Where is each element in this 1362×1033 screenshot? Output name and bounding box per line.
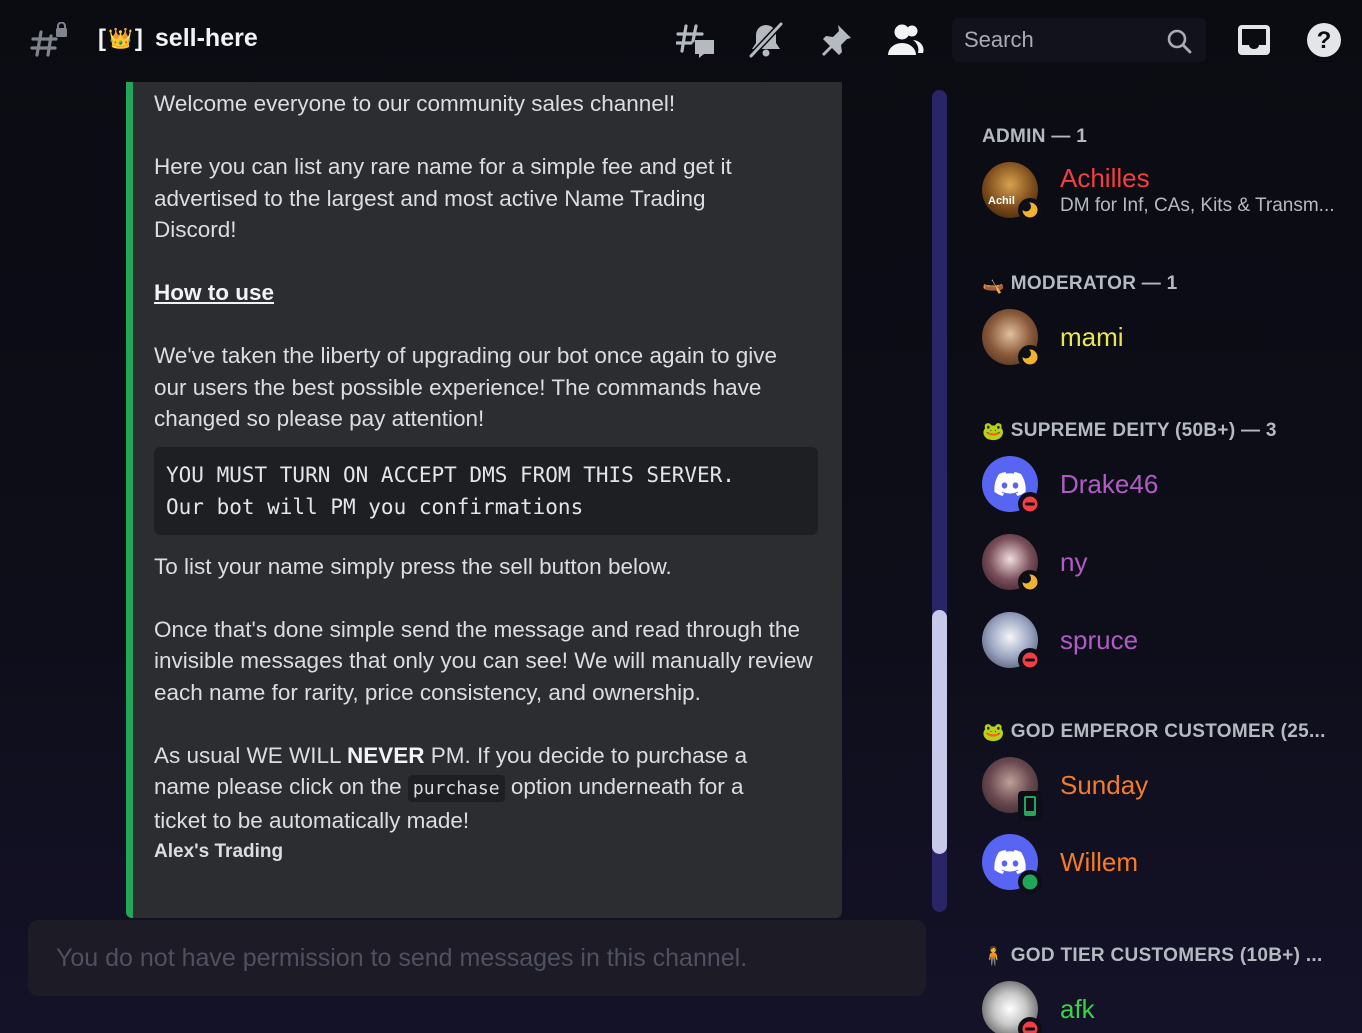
locked-channel-icon	[30, 21, 70, 58]
member-name: spruce	[1060, 625, 1139, 655]
member-afk[interactable]: afk	[982, 979, 1352, 1033]
embed-intro: Welcome everyone to our community sales …	[154, 91, 676, 116]
member-info: Drake46	[1060, 469, 1158, 499]
bracket-close: ]	[134, 24, 143, 52]
role-emoji-icon: 🛶	[982, 273, 1005, 294]
dnd-status-icon	[1018, 492, 1042, 516]
avatar[interactable]	[982, 456, 1042, 516]
channel-header: [ 👑 ] sell-here Search ?	[0, 0, 1362, 82]
avatar[interactable]	[982, 834, 1042, 894]
member-group-header: 🐸 GOD EMPEROR CUSTOMER (25...	[982, 721, 1326, 743]
channel-emoji-prefix: [ 👑 ]	[98, 25, 143, 53]
scrollbar-thumb[interactable]	[932, 610, 947, 854]
dnd-status-icon	[1018, 1017, 1042, 1033]
member-group-header: ADMIN — 1	[982, 126, 1087, 148]
member-group-header: 🐸 SUPREME DEITY (50B+) — 3	[982, 420, 1277, 442]
member-sunday[interactable]: Sunday	[982, 755, 1352, 821]
member-group-label: GOD EMPEROR CUSTOMER (25...	[1010, 721, 1326, 742]
member-info: Sunday	[1060, 770, 1148, 800]
member-group-label: GOD TIER CUSTOMERS (10B+) ...	[1010, 945, 1323, 966]
embed-paragraph-upgrade: We've taken the liberty of upgrading our…	[154, 343, 778, 431]
avatar[interactable]	[982, 309, 1042, 369]
member-name: Achilles	[1060, 163, 1150, 193]
member-name: mami	[1060, 322, 1124, 352]
notification-muted-icon[interactable]	[746, 20, 786, 60]
discord-window: [ 👑 ] sell-here Search ? Welcome everyon…	[0, 0, 1362, 1033]
purchase-inline-code: purchase	[407, 775, 505, 802]
pin-icon[interactable]	[816, 20, 856, 60]
online-status-icon	[1018, 870, 1042, 894]
member-name: Willem	[1060, 847, 1138, 877]
embed-paragraph-never-pm: As usual WE WILL NEVER PM. If you decide…	[154, 740, 794, 837]
member-group-header: 🧍 GOD TIER CUSTOMERS (10B+) ...	[982, 945, 1323, 967]
message-composer-disabled: You do not have permission to send messa…	[28, 920, 926, 996]
role-emoji-icon: 🧍	[982, 945, 1005, 966]
member-info: afk	[1060, 994, 1095, 1024]
member-group-label: SUPREME DEITY (50B+) — 3	[1010, 420, 1277, 441]
embed-footer: Alex's Trading	[154, 841, 284, 862]
avatar[interactable]	[982, 981, 1042, 1033]
role-emoji-icon: 🐸	[982, 420, 1005, 441]
avatar[interactable]	[982, 534, 1042, 594]
threads-icon[interactable]	[676, 20, 716, 60]
bracket-open: [	[98, 24, 106, 52]
never-emphasis: NEVER	[346, 742, 425, 768]
avatar[interactable]	[982, 612, 1042, 672]
code-block: YOU MUST TURN ON ACCEPT DMS FROM THIS SE…	[154, 446, 818, 535]
avatar-label: Achil	[988, 195, 1015, 207]
embed-paragraph-sell: To list your name simply press the sell …	[154, 553, 672, 579]
member-group-label: ADMIN — 1	[982, 126, 1088, 147]
code-line-1: YOU MUST TURN ON ACCEPT DMS FROM THIS SE…	[166, 462, 735, 487]
dnd-status-icon	[1018, 648, 1042, 672]
member-name: afk	[1060, 994, 1095, 1024]
member-name: Drake46	[1060, 469, 1159, 499]
member-achilles[interactable]: Achil Achilles DM for Inf, CAs, Kits & Tra…	[982, 160, 1352, 222]
member-info: spruce	[1060, 625, 1138, 655]
member-info: Willem	[1060, 847, 1138, 877]
inbox-icon[interactable]	[1234, 20, 1274, 60]
help-icon[interactable]: ?	[1304, 20, 1344, 60]
no-permission-text: You do not have permission to send messa…	[56, 943, 748, 972]
channel-title: [ 👑 ] sell-here	[98, 24, 258, 53]
never-pm-text-a: As usual WE WILL	[154, 742, 347, 768]
embed-heading-how-to-use: How to use	[154, 280, 275, 305]
member-mami[interactable]: mami	[982, 307, 1352, 369]
channel-name: sell-here	[154, 24, 258, 52]
embed-paragraph-review: Once that's done simple send the message…	[154, 616, 813, 705]
idle-status-icon	[1018, 345, 1042, 369]
avatar[interactable]	[982, 757, 1042, 821]
embed-paragraph-fee: Here you can list any rare name for a si…	[154, 154, 732, 242]
member-list: ADMIN — 1 Achil Achilles DM for Inf, CAs, K…	[960, 82, 1362, 1033]
member-info: mami	[1060, 322, 1124, 352]
role-emoji-icon: 🐸	[982, 721, 1005, 742]
member-name: Sunday	[1060, 770, 1149, 800]
idle-status-icon	[1018, 198, 1042, 222]
search-input[interactable]: Search	[952, 18, 1206, 62]
member-info: Achilles DM for Inf, CAs, Kits & Transm..…	[1060, 163, 1335, 217]
member-custom-status: DM for Inf, CAs, Kits & Transm...	[1060, 195, 1335, 216]
member-info: ny	[1060, 547, 1087, 577]
member-list-icon[interactable]	[884, 20, 924, 60]
idle-status-icon	[1018, 570, 1042, 594]
mobile-status-icon	[1018, 791, 1042, 821]
crown-icon: 👑	[108, 28, 133, 50]
member-name: ny	[1060, 547, 1088, 577]
member-group-label: MODERATOR — 1	[1010, 273, 1178, 294]
member-group-header: 🛶 MODERATOR — 1	[982, 273, 1178, 295]
member-drake46[interactable]: Drake46	[982, 454, 1352, 516]
member-willem[interactable]: Willem	[982, 832, 1352, 894]
sales-info-embed: Welcome everyone to our community sales …	[126, 82, 842, 918]
svg-text:?: ?	[1317, 27, 1332, 54]
avatar[interactable]: Achil	[982, 162, 1042, 222]
code-line-2: Our bot will PM you confirmations	[166, 494, 584, 519]
member-ny[interactable]: ny	[982, 532, 1352, 594]
message-scrollbar[interactable]	[932, 90, 947, 912]
member-spruce[interactable]: spruce	[982, 610, 1352, 672]
search-placeholder: Search	[964, 27, 1034, 52]
search-icon[interactable]	[1166, 28, 1192, 60]
